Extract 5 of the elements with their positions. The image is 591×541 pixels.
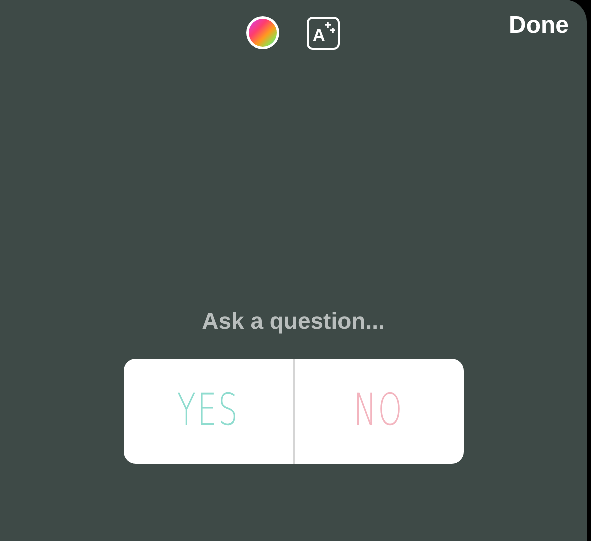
text-effects-button[interactable]: A <box>307 16 340 50</box>
sparkle-icon <box>324 20 336 34</box>
color-wheel-icon[interactable] <box>245 15 281 51</box>
question-field[interactable]: Ask a question... <box>144 304 444 338</box>
done-button[interactable]: Done <box>509 8 569 44</box>
